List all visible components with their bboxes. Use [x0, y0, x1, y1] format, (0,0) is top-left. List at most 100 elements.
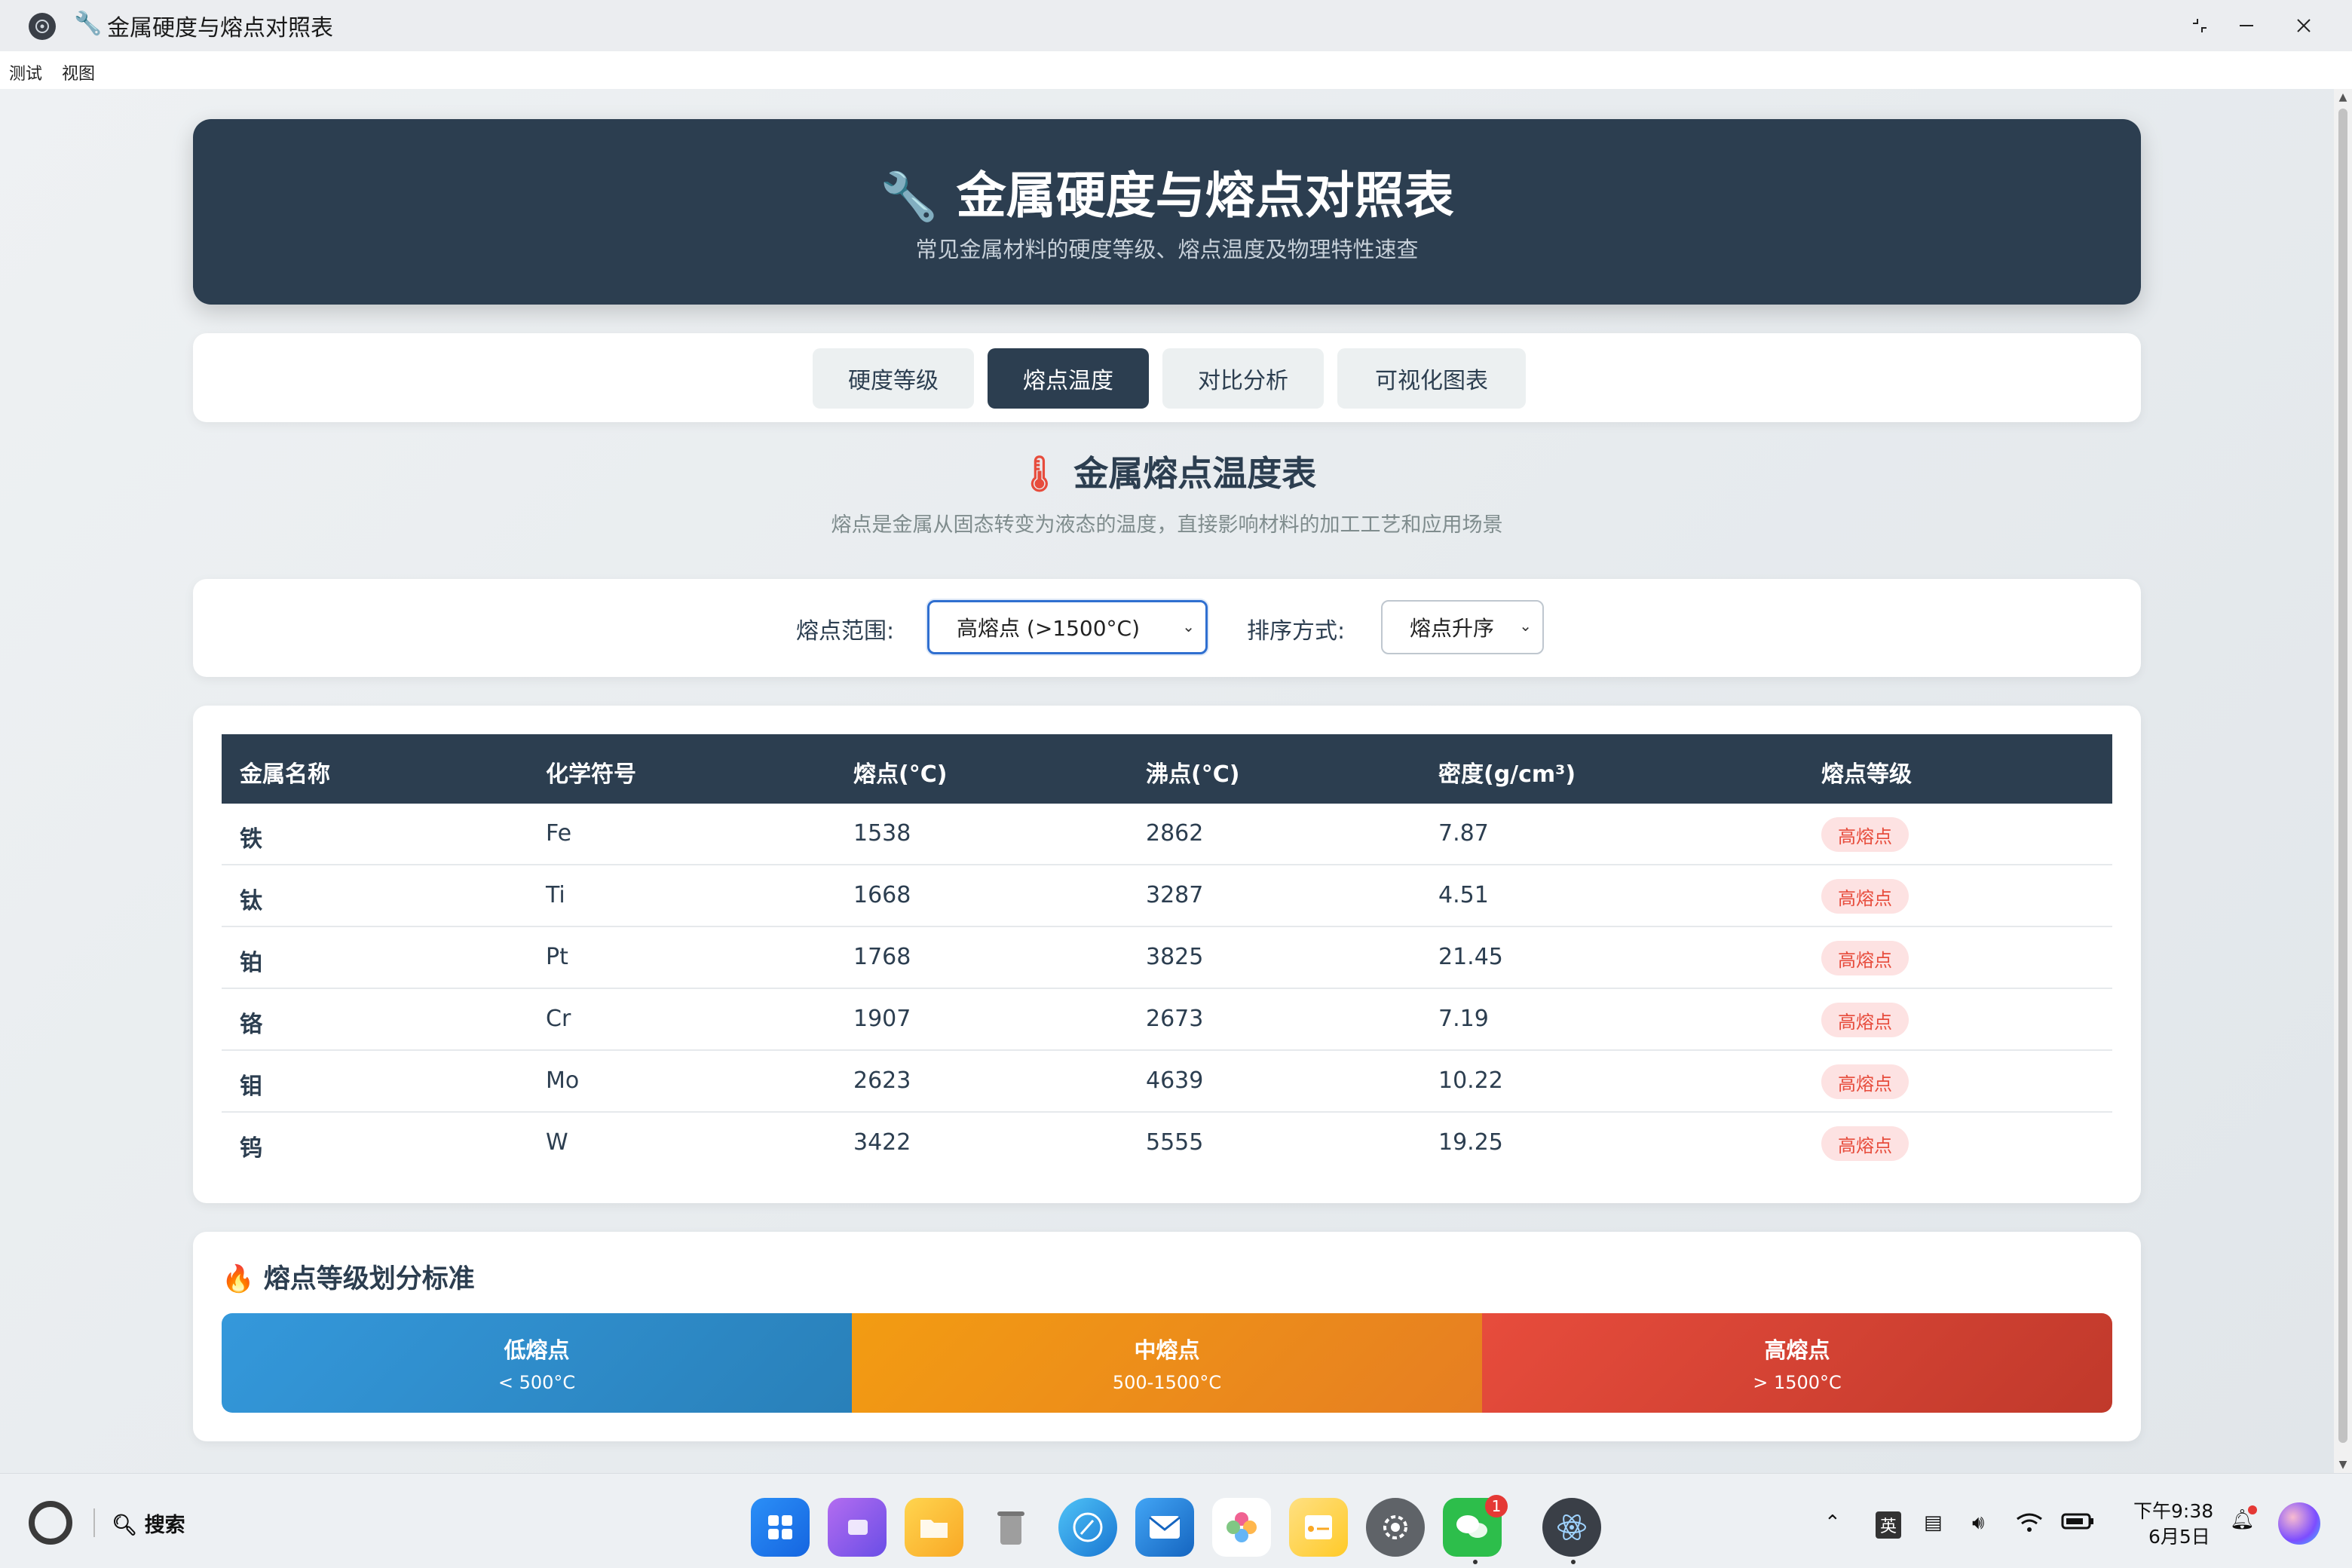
ime-indicator[interactable]: 英	[1876, 1511, 1902, 1539]
clock-time[interactable]: 下午9:38	[2133, 1496, 2213, 1524]
tab-charts[interactable]: 可视化图表	[1337, 348, 1526, 409]
cell-name: 钨	[240, 1135, 262, 1162]
multitask-icon[interactable]	[828, 1498, 887, 1557]
close-window-icon[interactable]	[2281, 9, 2326, 42]
search-icon: 🔍︎	[112, 1514, 138, 1537]
level-badge: 高熔点	[1821, 817, 1909, 852]
table-row: 铂 Pt 1768 3825 21.45 高熔点	[222, 927, 2112, 989]
range-filter-label: 熔点范围:	[796, 618, 895, 645]
section-subtitle: 熔点是金属从固态转变为液态的温度，直接影响材料的加工工艺和应用场景	[831, 513, 1503, 537]
melting-point-table: 金属名称 化学符号 熔点(°C) 沸点(°C) 密度(g/cm³) 熔点等级 铁…	[193, 706, 2141, 1203]
taskbar: 🔍︎ 搜索 1 ⌃ 英 ▤ 🔊︎ 下午9:38 6月5日 🔔︎	[0, 1473, 2352, 1568]
taskbar-search-button[interactable]: 🔍︎ 搜索	[112, 1508, 185, 1538]
cell-symbol: Cr	[546, 1006, 571, 1032]
minimize-window-icon[interactable]	[2224, 9, 2269, 42]
legend-segment-title: 低熔点	[504, 1337, 570, 1363]
legend-segment-range: 500-1500°C	[1112, 1372, 1222, 1393]
photos-icon[interactable]	[1212, 1498, 1271, 1557]
notification-dot	[2248, 1505, 2257, 1514]
trash-icon[interactable]	[982, 1498, 1040, 1557]
mail-icon[interactable]	[1135, 1498, 1194, 1557]
table-header: 金属名称 化学符号 熔点(°C) 沸点(°C) 密度(g/cm³) 熔点等级	[222, 734, 2112, 804]
scroll-down-icon[interactable]: ▼	[2334, 1456, 2352, 1473]
cell-name: 钼	[240, 1073, 262, 1100]
legend-title: 🔥 熔点等级划分标准	[222, 1257, 475, 1296]
page-header: 🔧 金属硬度与熔点对照表 常见金属材料的硬度等级、熔点温度及物理特性速查	[193, 119, 2141, 305]
vertical-scrollbar[interactable]: ▲ ▼	[2334, 89, 2352, 1473]
cell-name: 铬	[240, 1012, 262, 1038]
assistant-orb-icon[interactable]	[2278, 1502, 2320, 1545]
legend-segment-medium: 中熔点 500-1500°C	[852, 1313, 1482, 1413]
menu-item-test[interactable]: 测试	[9, 60, 42, 84]
cell-boiling: 2673	[1146, 1006, 1204, 1032]
section-title-text: 金属熔点温度表	[1073, 453, 1317, 494]
legend-segment-range: > 1500°C	[1753, 1372, 1842, 1393]
legend-segment-title: 中熔点	[1134, 1337, 1200, 1363]
melting-level-legend: 🔥 熔点等级划分标准 低熔点 < 500°C 中熔点 500-1500°C 高熔…	[193, 1232, 2141, 1441]
volume-icon[interactable]: 🔊︎	[1972, 1511, 1984, 1535]
range-select[interactable]: 高熔点 (>1500°C) ⌄	[927, 600, 1208, 654]
wrench-icon: 🔧	[74, 11, 103, 37]
settings-gear-icon[interactable]	[1366, 1498, 1425, 1557]
cell-melting: 1538	[853, 820, 911, 847]
cell-melting: 3422	[853, 1129, 911, 1156]
chevron-down-icon: ⌄	[1182, 617, 1195, 635]
app-launcher-icon[interactable]	[751, 1498, 810, 1557]
page-subtitle: 常见金属材料的硬度等级、熔点温度及物理特性速查	[915, 237, 1419, 262]
running-indicator	[1473, 1560, 1478, 1564]
col-header-level: 熔点等级	[1821, 761, 1912, 788]
level-badge: 高熔点	[1821, 879, 1909, 914]
cell-melting: 1768	[853, 944, 911, 970]
cell-symbol: Fe	[546, 820, 572, 847]
notes-icon[interactable]	[1289, 1498, 1348, 1557]
cell-name: 钛	[240, 888, 262, 914]
file-manager-icon[interactable]	[905, 1498, 963, 1557]
legend-title-text: 熔点等级划分标准	[263, 1264, 475, 1294]
start-button-icon[interactable]	[29, 1501, 72, 1545]
table-row: 铁 Fe 1538 2862 7.87 高熔点	[222, 804, 2112, 865]
thermometer-icon: 🌡	[1017, 453, 1062, 494]
tab-hardness[interactable]: 硬度等级	[813, 348, 974, 409]
cell-boiling: 3825	[1146, 944, 1204, 970]
col-header-symbol: 化学符号	[546, 761, 636, 788]
tray-expand-icon[interactable]: ⌃	[1824, 1511, 1841, 1534]
scroll-up-icon[interactable]: ▲	[2334, 89, 2352, 106]
cell-density: 10.22	[1438, 1067, 1503, 1094]
window-title: 金属硬度与熔点对照表	[107, 15, 333, 41]
search-label: 搜索	[144, 1514, 185, 1537]
app-logo-icon	[29, 13, 56, 40]
legend-segment-title: 高熔点	[1764, 1337, 1830, 1363]
cell-symbol: Pt	[546, 944, 568, 970]
menu-bar: 测试 视图	[0, 51, 2352, 89]
scrollbar-thumb[interactable]	[2338, 109, 2347, 1443]
col-header-melting: 熔点(°C)	[853, 761, 948, 788]
cell-melting: 2623	[853, 1067, 911, 1094]
fire-icon: 🔥	[222, 1264, 255, 1294]
clipboard-icon[interactable]: ▤	[1924, 1511, 1943, 1534]
legend-segment-high: 高熔点 > 1500°C	[1482, 1313, 2112, 1413]
page-viewport: 🔧 金属硬度与熔点对照表 常见金属材料的硬度等级、熔点温度及物理特性速查 硬度等级…	[0, 89, 2334, 1473]
sort-select-value: 熔点升序	[1410, 616, 1495, 641]
taskbar-divider	[93, 1508, 95, 1537]
sort-select[interactable]: 熔点升序 ⌄	[1381, 600, 1544, 654]
wifi-icon[interactable]	[2014, 1511, 2044, 1539]
tab-melting-point[interactable]: 熔点温度	[988, 348, 1149, 409]
restore-window-icon[interactable]	[2177, 9, 2222, 42]
battery-icon[interactable]	[2061, 1511, 2094, 1536]
tab-comparison[interactable]: 对比分析	[1162, 348, 1324, 409]
table-row: 钼 Mo 2623 4639 10.22 高熔点	[222, 1051, 2112, 1113]
table-row: 钨 W 3422 5555 19.25 高熔点	[222, 1113, 2112, 1174]
window-title-bar: 🔧 金属硬度与熔点对照表	[0, 0, 2352, 51]
browser-icon[interactable]	[1058, 1498, 1117, 1557]
tab-bar: 硬度等级 熔点温度 对比分析 可视化图表	[193, 333, 2141, 422]
legend-segment-range: < 500°C	[498, 1372, 576, 1393]
cell-symbol: Mo	[546, 1067, 580, 1094]
chevron-down-icon: ⌄	[1519, 617, 1532, 635]
cell-symbol: Ti	[546, 882, 565, 908]
electron-app-icon[interactable]	[1542, 1498, 1601, 1557]
running-indicator	[1571, 1560, 1576, 1564]
cell-melting: 1907	[853, 1006, 911, 1032]
clock-date[interactable]: 6月5日	[2148, 1522, 2210, 1549]
menu-item-view[interactable]: 视图	[62, 60, 95, 84]
section-title: 🌡 金属熔点温度表	[0, 446, 2334, 496]
